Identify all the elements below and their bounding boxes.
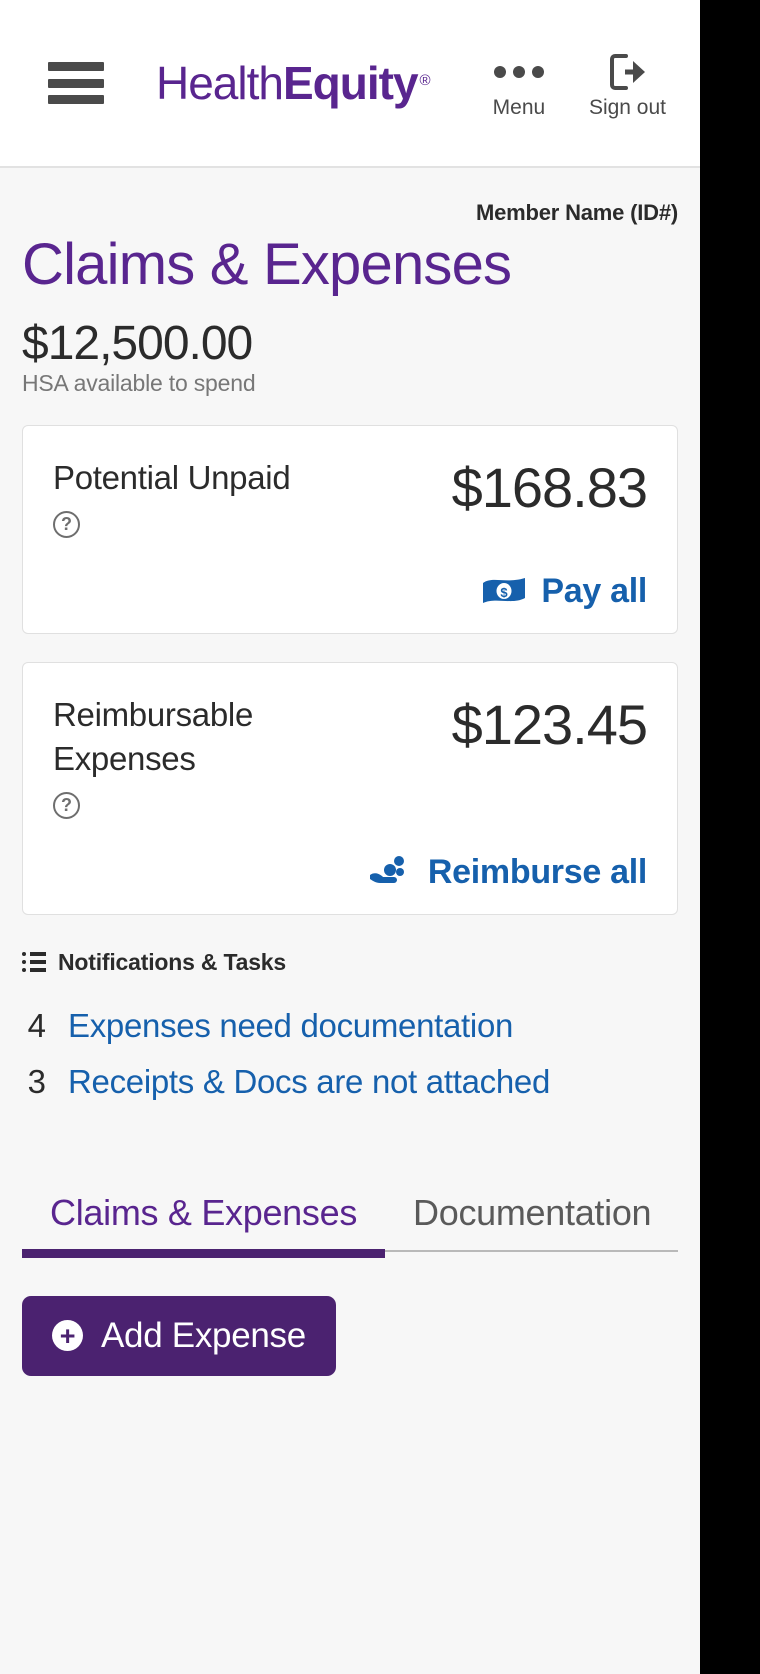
help-circle-icon[interactable]: ?: [53, 791, 80, 819]
brand-logo[interactable]: Health Equity ®: [156, 56, 431, 110]
app-header: Health Equity ® Menu Sign out: [0, 0, 700, 168]
potential-unpaid-amount: $168.83: [451, 456, 648, 520]
page-title: Claims & Expenses: [22, 232, 512, 297]
hsa-balance-caption: HSA available to spend: [22, 370, 256, 397]
pay-all-button[interactable]: $ Pay all: [53, 572, 647, 611]
potential-unpaid-card: Potential Unpaid ? $168.83 $ Pay all: [22, 425, 678, 634]
brand-logo-equity: Equity: [282, 57, 419, 109]
notification-link[interactable]: Receipts & Docs are not attached: [68, 1063, 550, 1101]
card-label-group: Reimbursable Expenses ?: [53, 693, 333, 819]
notification-link[interactable]: Expenses need documentation: [68, 1007, 513, 1045]
list-item[interactable]: 4 Expenses need documentation: [22, 998, 678, 1054]
plus-circle-icon: +: [52, 1320, 83, 1352]
reimburse-all-label: Reimburse all: [427, 852, 647, 891]
menu-button[interactable]: Menu: [489, 52, 549, 120]
page-body: Member Name (ID#) Claims & Expenses $12,…: [0, 168, 700, 1376]
add-expense-label: Add Expense: [101, 1315, 306, 1355]
card-top-row: Potential Unpaid ? $168.83: [53, 456, 648, 538]
sign-out-icon: [607, 52, 647, 92]
reimbursable-expenses-card: Reimbursable Expenses ? $123.45 Reimburs…: [22, 661, 678, 915]
notifications-header: Notifications & Tasks: [22, 949, 678, 976]
list-icon: [22, 952, 46, 973]
tab-documentation[interactable]: Documentation: [385, 1192, 679, 1250]
menu-button-label: Menu: [492, 96, 546, 119]
notifications-heading: Notifications & Tasks: [58, 948, 286, 975]
banknote-icon: $: [481, 575, 527, 607]
brand-logo-trademark: ®: [419, 72, 431, 89]
tab-bar: Claims & Expenses Documentation: [22, 1192, 679, 1258]
sign-out-button[interactable]: Sign out: [589, 52, 666, 120]
help-circle-icon[interactable]: ?: [53, 510, 80, 538]
reimbursable-expenses-label: Reimbursable Expenses: [53, 695, 253, 778]
pay-all-label: Pay all: [541, 571, 647, 610]
header-actions: Menu Sign out: [489, 46, 666, 120]
hamburger-icon[interactable]: [48, 62, 104, 104]
list-item[interactable]: 3 Receipts & Docs are not attached: [22, 1054, 678, 1110]
potential-unpaid-label: Potential Unpaid: [53, 459, 291, 497]
hamburger-bar: [48, 78, 104, 88]
card-top-row: Reimbursable Expenses ? $123.45: [53, 692, 648, 819]
tabs-wrapper: Claims & Expenses Documentation: [22, 1192, 679, 1258]
card-label-group: Potential Unpaid ?: [53, 456, 291, 538]
sign-out-button-label: Sign out: [588, 96, 666, 119]
member-name: Member Name (ID#): [476, 200, 678, 225]
hamburger-bar: [48, 62, 104, 71]
hand-coins-icon: [368, 855, 414, 889]
hamburger-bar: [48, 95, 104, 104]
brand-logo-health: Health: [156, 57, 284, 109]
hsa-balance-amount: $12,500.00: [22, 316, 253, 370]
ellipsis-icon: [493, 52, 544, 92]
reimbursable-expenses-amount: $123.45: [451, 692, 648, 756]
notification-count: 4: [27, 1006, 46, 1044]
svg-text:$: $: [501, 585, 509, 600]
tab-claims-and-expenses[interactable]: Claims & Expenses: [22, 1192, 386, 1258]
notification-count: 3: [27, 1062, 46, 1100]
add-expense-button[interactable]: + Add Expense: [22, 1295, 336, 1376]
notifications-section: Notifications & Tasks 4 Expenses need do…: [22, 949, 678, 1110]
reimburse-all-button[interactable]: Reimburse all: [53, 853, 647, 892]
app-viewport: Health Equity ® Menu Sign out Member Nam…: [0, 0, 700, 1674]
